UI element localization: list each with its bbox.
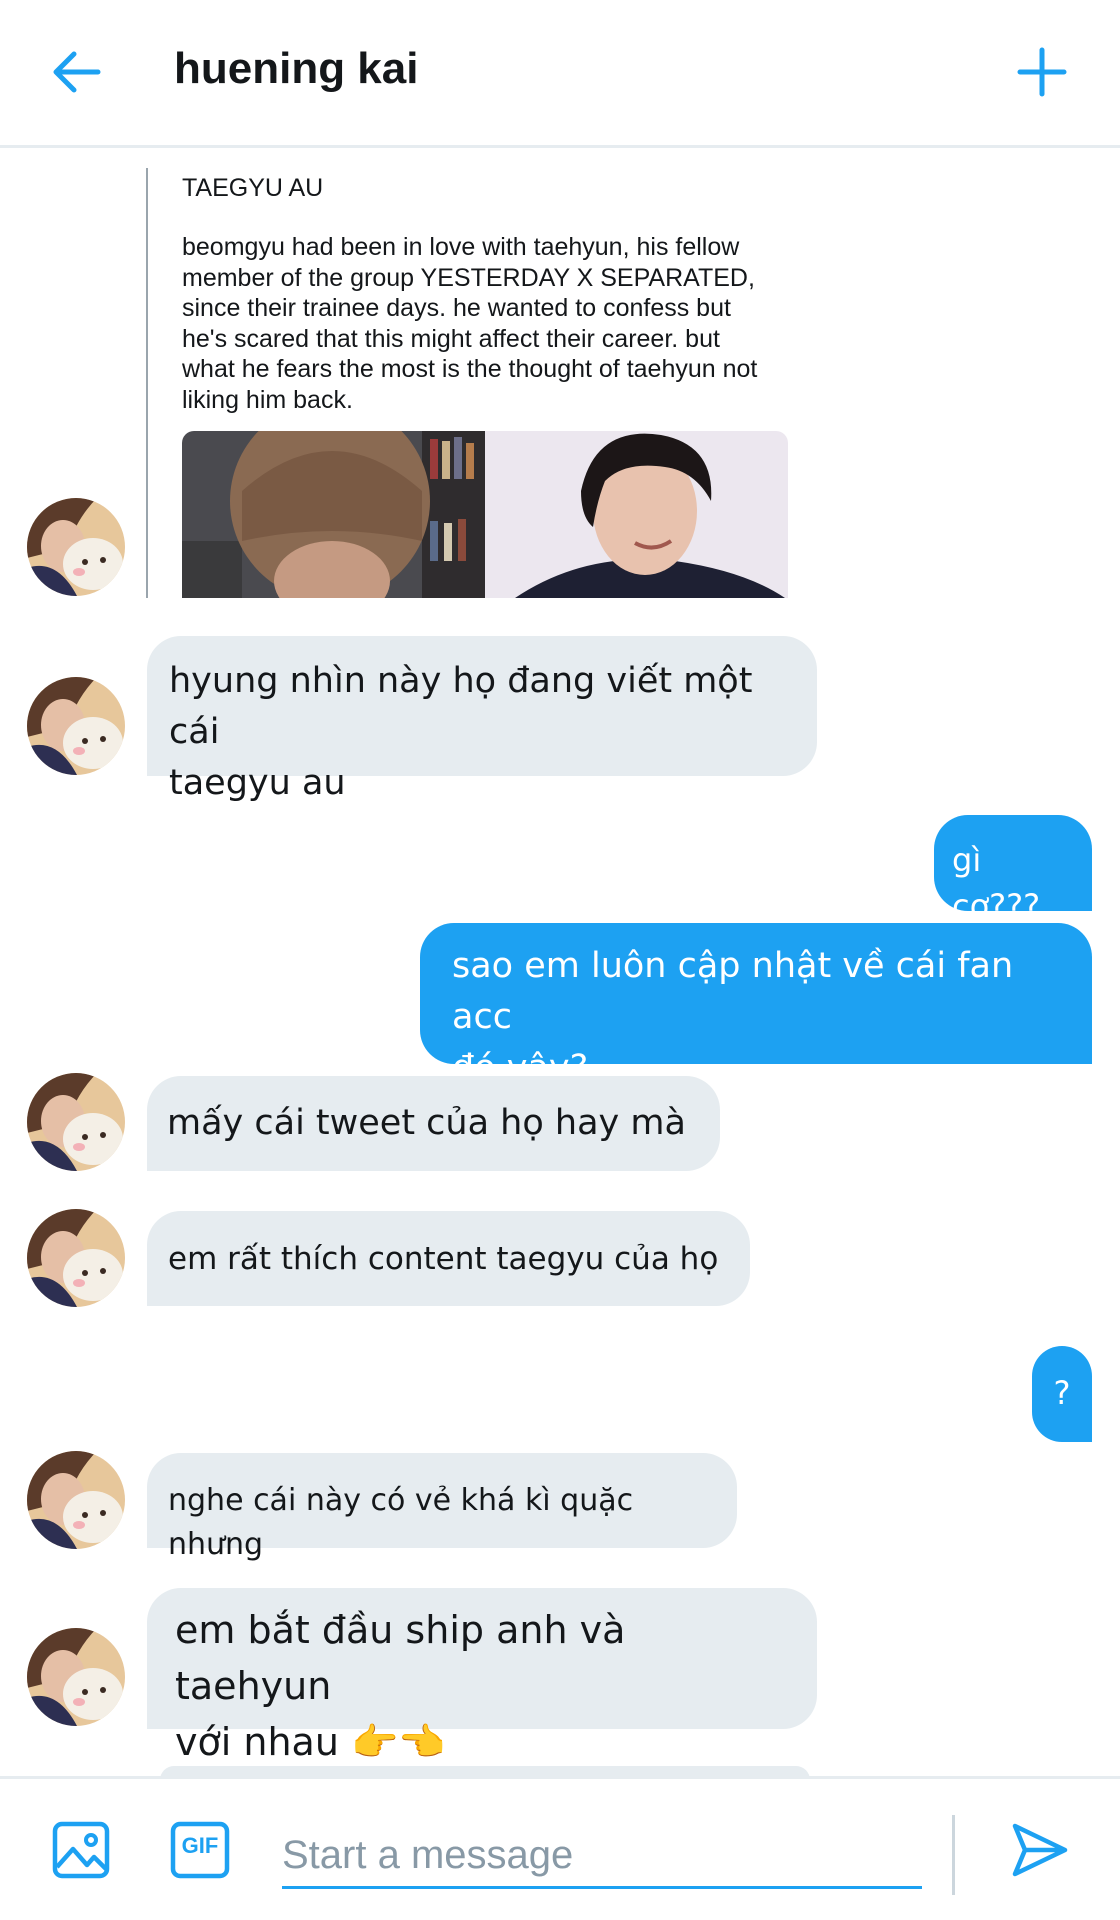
tweet-text-line: what he fears the most is the thought of… bbox=[182, 355, 758, 383]
composer-divider bbox=[952, 1815, 955, 1895]
avatar-image bbox=[27, 1451, 125, 1549]
message-text: nghe cái này có vẻ khá kì quặc nhưng bbox=[168, 1483, 634, 1562]
avatar[interactable] bbox=[27, 1209, 125, 1307]
message-text: ? bbox=[1053, 1374, 1071, 1412]
tweet-text-line: he's scared that this might affect their… bbox=[182, 324, 720, 353]
avatar-image bbox=[27, 1628, 125, 1726]
back-button[interactable] bbox=[44, 40, 108, 104]
avatar[interactable] bbox=[27, 1451, 125, 1549]
message-text: hyung nhìn này họ đang viết một cái bbox=[169, 661, 753, 752]
avatar-image bbox=[27, 677, 125, 775]
shared-tweet-card[interactable]: TAEGYU AU beomgyu had been in love with … bbox=[146, 168, 796, 598]
avatar[interactable] bbox=[27, 498, 125, 596]
incoming-message[interactable]: em bắt đầu ship anh và taehyun với nhau … bbox=[147, 1588, 817, 1764]
send-icon bbox=[1012, 1823, 1068, 1877]
message-composer: GIF bbox=[0, 1776, 1120, 1920]
gif-label: GIF bbox=[181, 1833, 219, 1858]
message-text: với nhau 👉👈 bbox=[175, 1720, 446, 1764]
tweet-image-right bbox=[485, 431, 788, 598]
tweet-text-line: beomgyu had been in love with taehyun, h… bbox=[182, 233, 740, 261]
message-text: taegyu au bbox=[169, 763, 346, 803]
avatar[interactable] bbox=[27, 1628, 125, 1726]
avatar-image bbox=[27, 1073, 125, 1171]
message-text: em bắt đầu ship anh và taehyun bbox=[175, 1608, 626, 1708]
message-input[interactable] bbox=[282, 1825, 922, 1889]
plus-icon bbox=[1017, 47, 1067, 97]
incoming-message[interactable]: nghe cái này có vẻ khá kì quặc nhưng bbox=[147, 1453, 737, 1562]
shared-tweet-image[interactable] bbox=[182, 431, 788, 598]
tweet-text-line: liking him back. bbox=[182, 385, 353, 414]
avatar[interactable] bbox=[27, 1073, 125, 1171]
incoming-message[interactable]: hyung nhìn này họ đang viết một cái taeg… bbox=[147, 636, 817, 803]
add-gif-button[interactable]: GIF bbox=[169, 1819, 231, 1881]
incoming-message[interactable]: em rất thích content taegyu của họ bbox=[147, 1211, 750, 1306]
tweet-text-line: since their trainee days. he wanted to c… bbox=[182, 294, 731, 322]
add-photo-button[interactable] bbox=[50, 1819, 112, 1881]
outgoing-message[interactable]: ? bbox=[1032, 1346, 1092, 1442]
send-button[interactable] bbox=[1006, 1819, 1072, 1881]
arrow-left-icon bbox=[53, 51, 101, 93]
conversation-header: huening kai bbox=[0, 0, 1120, 148]
tweet-text-line: member of the group YESTERDAY X SEPARATE… bbox=[182, 263, 755, 292]
avatar-image bbox=[27, 498, 125, 596]
message-text: mấy cái tweet của họ hay mà bbox=[167, 1103, 686, 1143]
avatar[interactable] bbox=[27, 677, 125, 775]
outgoing-message[interactable]: sao em luôn cập nhật về cái fan acc đó v… bbox=[420, 923, 1092, 1088]
shared-tweet-text: beomgyu had been in love with taehyun, h… bbox=[182, 232, 792, 415]
conversation-title[interactable]: huening kai bbox=[174, 44, 418, 94]
message-text: gì cơ??? bbox=[952, 841, 1041, 925]
shared-tweet-title: TAEGYU AU bbox=[182, 174, 324, 202]
add-button[interactable] bbox=[1010, 40, 1074, 104]
tweet-image-left bbox=[182, 431, 485, 598]
message-text: em rất thích content taegyu của họ bbox=[168, 1241, 719, 1277]
outgoing-message[interactable]: gì cơ??? bbox=[934, 815, 1092, 925]
message-text: sao em luôn cập nhật về cái fan acc bbox=[452, 946, 1014, 1037]
incoming-message[interactable]: mấy cái tweet của họ hay mà bbox=[147, 1076, 720, 1171]
image-icon bbox=[52, 1821, 110, 1879]
avatar-image bbox=[27, 1209, 125, 1307]
